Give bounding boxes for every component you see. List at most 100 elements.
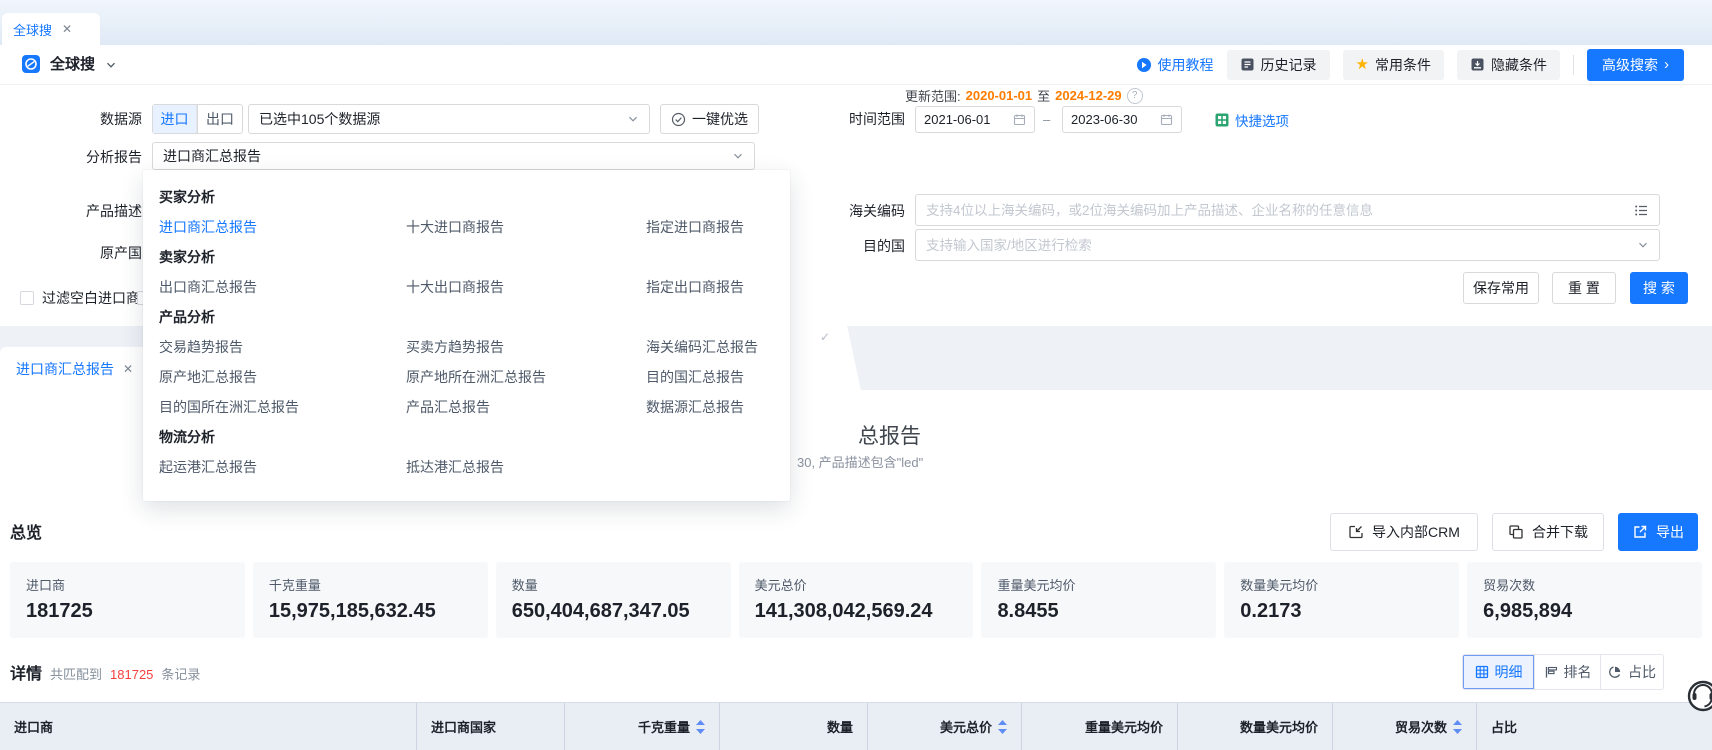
list-icon bbox=[1634, 203, 1649, 218]
report-menu-item[interactable]: 出口商汇总报告 bbox=[159, 277, 406, 297]
report-menu-item[interactable]: 进口商汇总报告 bbox=[159, 217, 406, 237]
dest-country-label: 目的国 bbox=[780, 231, 905, 261]
search-button[interactable]: 搜 索 bbox=[1630, 272, 1688, 304]
one-click-optimize-button[interactable]: 一键优选 bbox=[660, 104, 759, 134]
save-common-button[interactable]: 保存常用 bbox=[1463, 272, 1539, 304]
headset-support-icon[interactable] bbox=[1681, 672, 1712, 732]
product-desc-label: 产品描述 bbox=[20, 196, 142, 226]
column-header-label: 进口商 bbox=[14, 717, 53, 736]
filter-blank-label: 过滤空白进口商 bbox=[42, 288, 140, 308]
report-menu-item[interactable]: 十大进口商报告 bbox=[406, 217, 646, 237]
report-type-select[interactable]: 进口商汇总报告 bbox=[152, 142, 755, 170]
report-menu-item[interactable]: 数据源汇总报告 bbox=[646, 397, 790, 417]
result-title-fragment: 总报告 bbox=[858, 420, 921, 450]
column-header-label: 美元总价 bbox=[940, 717, 992, 736]
report-menu-row: 进口商汇总报告十大进口商报告指定进口商报告 bbox=[143, 212, 790, 242]
column-header[interactable]: 千克重量 bbox=[565, 703, 720, 750]
merge-download-button[interactable]: 合并下载 bbox=[1492, 513, 1604, 551]
history-button[interactable]: 历史记录 bbox=[1227, 50, 1330, 80]
advanced-search-button[interactable]: 高级搜索 › bbox=[1587, 49, 1684, 81]
report-menu-item[interactable]: 海关编码汇总报告 bbox=[646, 337, 790, 357]
stat-card-label: 数量美元均价 bbox=[1240, 575, 1443, 594]
overview-title: 总览 bbox=[10, 519, 42, 543]
view-share-label: 占比 bbox=[1628, 662, 1656, 682]
column-header-label: 重量美元均价 bbox=[1085, 717, 1163, 736]
import-crm-button[interactable]: 导入内部CRM bbox=[1330, 513, 1478, 551]
update-range-to: 2024-12-29 bbox=[1055, 88, 1122, 103]
rank-bars-icon bbox=[1544, 665, 1558, 679]
filter-blank-importer-checkbox[interactable]: 过滤空白进口商 bbox=[20, 288, 140, 308]
report-menu-item[interactable]: 十大出口商报告 bbox=[406, 277, 646, 297]
result-tab-importer-summary[interactable]: 进口商汇总报告 ✕ bbox=[0, 347, 152, 390]
column-header-label: 占比 bbox=[1491, 717, 1517, 736]
export-button[interactable]: 导出 bbox=[1618, 513, 1698, 551]
dest-country-field[interactable] bbox=[915, 229, 1660, 261]
date-from-field[interactable] bbox=[915, 106, 1035, 133]
close-icon[interactable]: ✕ bbox=[62, 23, 72, 35]
date-to-input[interactable] bbox=[1071, 112, 1154, 127]
view-share-tab[interactable]: 占比 bbox=[1601, 655, 1663, 689]
report-menu-item[interactable]: 目的国所在洲汇总报告 bbox=[159, 397, 406, 417]
column-header[interactable]: 贸易次数 bbox=[1333, 703, 1477, 750]
sort-caret-icon[interactable] bbox=[998, 720, 1007, 734]
tutorial-button[interactable]: 使用教程 bbox=[1136, 55, 1214, 75]
date-from-input[interactable] bbox=[924, 112, 1007, 127]
calendar-icon bbox=[1160, 113, 1173, 126]
column-header: 数量美元均价 bbox=[1178, 703, 1333, 750]
hs-code-label: 海关编码 bbox=[780, 196, 905, 226]
report-menu-row: 原产地汇总报告原产地所在洲汇总报告目的国汇总报告 bbox=[143, 362, 790, 392]
app-header: 全球搜 使用教程 历史记录 ★ 常用条件 bbox=[0, 45, 1712, 85]
checkbox-icon[interactable] bbox=[20, 291, 34, 305]
favorites-button[interactable]: ★ 常用条件 bbox=[1343, 50, 1444, 80]
date-to-field[interactable] bbox=[1062, 106, 1182, 133]
data-source-value: 已选中105个数据源 bbox=[259, 109, 627, 129]
export-toggle[interactable]: 出口 bbox=[198, 105, 242, 133]
data-source-select[interactable]: 已选中105个数据源 bbox=[248, 104, 650, 134]
chevron-down-icon bbox=[627, 113, 639, 125]
sort-caret-icon[interactable] bbox=[1453, 720, 1462, 734]
detail-title: 详情 bbox=[10, 660, 42, 684]
view-detail-tab[interactable]: 明细 bbox=[1463, 655, 1535, 689]
calendar-icon bbox=[1013, 113, 1026, 126]
help-icon[interactable]: ? bbox=[1127, 88, 1143, 104]
column-header[interactable]: 美元总价 bbox=[868, 703, 1022, 750]
trade-direction-toggle: 进口 出口 bbox=[152, 104, 243, 134]
view-rank-tab[interactable]: 排名 bbox=[1535, 655, 1601, 689]
report-menu-item[interactable]: 起运港汇总报告 bbox=[159, 457, 406, 477]
report-menu-item[interactable]: 指定出口商报告 bbox=[646, 277, 790, 297]
check-icon: ✓ bbox=[820, 330, 830, 344]
column-header: 占比 bbox=[1477, 703, 1712, 750]
report-menu-item[interactable]: 买卖方趋势报告 bbox=[406, 337, 646, 357]
report-type-value: 进口商汇总报告 bbox=[163, 146, 732, 166]
reset-button[interactable]: 重 置 bbox=[1552, 272, 1616, 304]
overview-cards: 进口商181725千克重量15,975,185,632.45数量650,404,… bbox=[10, 562, 1702, 638]
hide-conditions-button[interactable]: 隐藏条件 bbox=[1457, 50, 1560, 80]
stat-card-label: 美元总价 bbox=[755, 575, 958, 594]
window-tab-global-search[interactable]: 全球搜 ✕ bbox=[2, 13, 100, 45]
report-menu-item[interactable]: 目的国汇总报告 bbox=[646, 367, 790, 387]
chevron-down-icon[interactable] bbox=[105, 59, 117, 71]
report-menu-item[interactable]: 指定进口商报告 bbox=[646, 217, 790, 237]
app-logo-icon bbox=[22, 55, 40, 73]
toolbar-divider bbox=[1573, 55, 1574, 75]
hs-code-field[interactable] bbox=[915, 194, 1660, 226]
result-tab-label: 进口商汇总报告 bbox=[16, 359, 114, 379]
report-menu-item[interactable]: 抵达港汇总报告 bbox=[406, 457, 646, 477]
close-icon[interactable]: ✕ bbox=[123, 362, 133, 376]
report-menu-item[interactable]: 交易趋势报告 bbox=[159, 337, 406, 357]
report-menu-item[interactable]: 产品汇总报告 bbox=[406, 397, 646, 417]
import-toggle[interactable]: 进口 bbox=[153, 105, 197, 133]
stat-card: 数量美元均价0.2173 bbox=[1224, 562, 1459, 638]
stat-card-label: 数量 bbox=[512, 575, 715, 594]
sort-caret-icon[interactable] bbox=[696, 720, 705, 734]
report-menu-item[interactable]: 原产地汇总报告 bbox=[159, 367, 406, 387]
stat-card-label: 千克重量 bbox=[269, 575, 472, 594]
quick-options-button[interactable]: 快捷选项 bbox=[1215, 106, 1289, 133]
stat-card: 进口商181725 bbox=[10, 562, 245, 638]
dest-country-input[interactable] bbox=[926, 238, 1629, 253]
one-click-label: 一键优选 bbox=[692, 109, 748, 129]
report-menu-item[interactable]: 原产地所在洲汇总报告 bbox=[406, 367, 646, 387]
star-icon: ★ bbox=[1356, 57, 1369, 72]
match-count: 181725 bbox=[110, 667, 153, 682]
hs-code-input[interactable] bbox=[926, 203, 1626, 218]
